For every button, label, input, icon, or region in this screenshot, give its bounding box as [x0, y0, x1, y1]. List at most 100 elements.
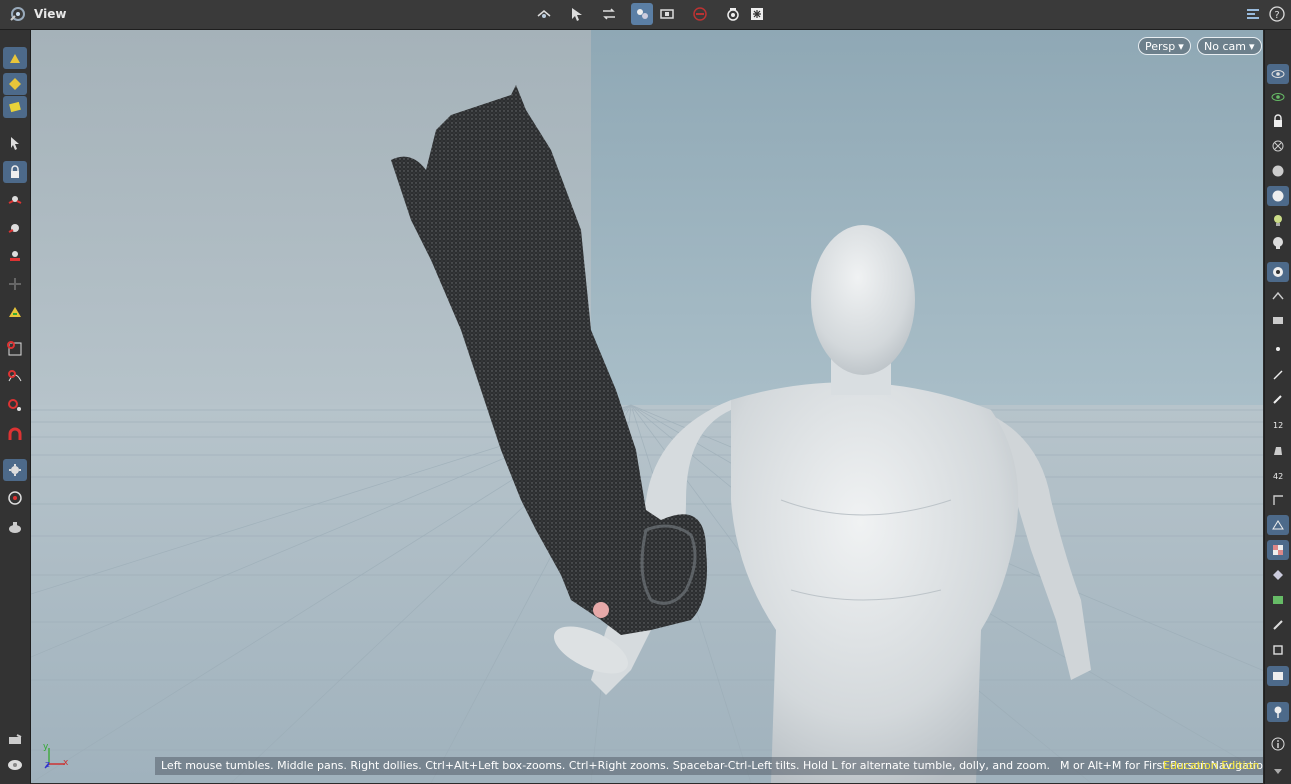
diamond-icon	[1273, 570, 1283, 580]
scene-toggle[interactable]	[1267, 262, 1289, 282]
hand-icon	[1274, 447, 1282, 455]
point-toggle[interactable]	[1267, 339, 1289, 359]
render-button[interactable]	[746, 3, 768, 25]
scale-tool[interactable]	[3, 245, 27, 267]
viewer-toolbar: View ?	[0, 0, 1291, 30]
bone-toggle[interactable]	[1267, 615, 1289, 635]
tumble-button[interactable]	[533, 3, 555, 25]
ghost-eye-toggle[interactable]	[1267, 87, 1289, 107]
tumble-icon	[537, 10, 551, 18]
lock-select-tool[interactable]	[3, 161, 27, 183]
svg-text:42: 42	[1273, 472, 1283, 481]
select-button[interactable]	[566, 3, 588, 25]
render-region-tool[interactable]	[3, 487, 27, 509]
rotate-tool[interactable]	[3, 217, 27, 239]
skull-toggle[interactable]	[1267, 233, 1289, 253]
angle-icon	[1273, 495, 1283, 505]
snap-curve-icon	[8, 370, 22, 382]
sphere-toggle[interactable]	[1267, 161, 1289, 181]
svg-text:12: 12	[1273, 421, 1283, 430]
view-tool[interactable]	[3, 459, 27, 481]
screen-toggle[interactable]	[1267, 666, 1289, 686]
normal-icon	[1273, 370, 1283, 380]
shaded-sphere-toggle[interactable]	[1267, 186, 1289, 206]
paint-tool[interactable]	[3, 96, 27, 118]
ghost-objects-button[interactable]	[631, 3, 653, 25]
light-toggle[interactable]	[1267, 210, 1289, 230]
paint-brush-tool[interactable]	[3, 47, 27, 69]
select-arrow-icon	[572, 8, 582, 21]
view-menu[interactable]: View	[8, 5, 66, 23]
eye-icon	[1271, 70, 1285, 78]
right-display-palette: 12 42	[1264, 30, 1291, 784]
guard-toggle[interactable]	[1267, 590, 1289, 610]
cam-menu[interactable]: No cam ▾	[1197, 37, 1262, 55]
chevron-down-icon: ▾	[1178, 39, 1184, 53]
paint-select-tool[interactable]	[3, 73, 27, 95]
rotate-tool-icon	[8, 224, 19, 233]
handle-tool[interactable]	[3, 273, 27, 295]
light-bulb-tool[interactable]	[3, 754, 27, 776]
scroll-down-icon	[1274, 769, 1282, 774]
display-options-button[interactable]	[1242, 3, 1264, 25]
angle-toggle[interactable]	[1267, 490, 1289, 510]
display-toggle[interactable]	[1267, 640, 1289, 660]
number-42-toggle[interactable]: 42	[1267, 465, 1289, 485]
link-toggle[interactable]	[1267, 136, 1289, 156]
point-icon	[1276, 347, 1280, 351]
chevron-down-icon: ▾	[1248, 39, 1255, 53]
scene-viewport[interactable]: Persp ▾ No cam ▾ y x z Left mouse tumble…	[31, 30, 1263, 783]
shaded-sphere-icon	[1272, 190, 1284, 202]
camera-menu[interactable]: Persp ▾	[1138, 37, 1191, 55]
paint-tool-icon	[9, 101, 21, 113]
snapshot-icon	[727, 8, 739, 21]
lock-icon	[1274, 114, 1282, 127]
help-button[interactable]: ?	[1266, 3, 1288, 25]
camera-eye-toggle[interactable]	[1267, 286, 1289, 306]
info-button[interactable]	[1267, 734, 1289, 754]
number-12-icon: 12	[1273, 421, 1283, 430]
teapot-tool[interactable]	[3, 516, 27, 538]
camera-eye-icon	[1272, 291, 1284, 300]
ortho-toggle[interactable]	[1267, 310, 1289, 330]
paint-brush-icon	[10, 54, 20, 63]
camera-button[interactable]	[656, 3, 678, 25]
camera-flip-icon	[9, 734, 22, 744]
normal-toggle[interactable]	[1267, 365, 1289, 385]
no-entry-button[interactable]	[689, 3, 711, 25]
transform-button[interactable]	[598, 3, 620, 25]
axis-indicator: y x z	[43, 742, 69, 772]
axis-z-label: z	[45, 760, 50, 770]
guard-icon	[1273, 596, 1283, 604]
snap-grid-tool[interactable]	[3, 338, 27, 360]
wireframe-toggle[interactable]	[1267, 515, 1289, 535]
camera-flip-tool[interactable]	[3, 729, 27, 751]
navigation-hint: Left mouse tumbles. Middle pans. Right d…	[161, 759, 1051, 772]
diamond-toggle[interactable]	[1267, 565, 1289, 585]
pose-tool[interactable]	[3, 301, 27, 323]
pin-toggle[interactable]	[1267, 702, 1289, 722]
eye-toggle[interactable]	[1267, 64, 1289, 84]
display-icon	[1273, 645, 1283, 655]
snap-point-tool[interactable]	[3, 394, 27, 416]
handle-tool-icon	[9, 278, 21, 290]
magnet-icon	[8, 427, 22, 440]
move-tool[interactable]	[3, 188, 27, 210]
light-bulb-icon	[8, 760, 22, 770]
lock-toggle[interactable]	[1267, 111, 1289, 131]
pen-toggle[interactable]	[1267, 389, 1289, 409]
number-12-toggle[interactable]: 12	[1267, 414, 1289, 434]
info-icon	[1271, 737, 1285, 751]
no-entry-icon	[693, 7, 707, 21]
magnet-tool[interactable]	[3, 423, 27, 445]
snap-curve-tool[interactable]	[3, 365, 27, 387]
select-tool[interactable]	[3, 132, 27, 154]
snapshot-button[interactable]	[722, 3, 744, 25]
view-menu-icon	[10, 7, 25, 21]
hand-toggle[interactable]	[1267, 440, 1289, 460]
scroll-down-button[interactable]	[1267, 761, 1289, 781]
link-icon	[1272, 140, 1284, 152]
pose-tool-icon	[9, 307, 21, 317]
snap-grid-icon	[7, 341, 22, 356]
checker-toggle[interactable]	[1267, 540, 1289, 560]
